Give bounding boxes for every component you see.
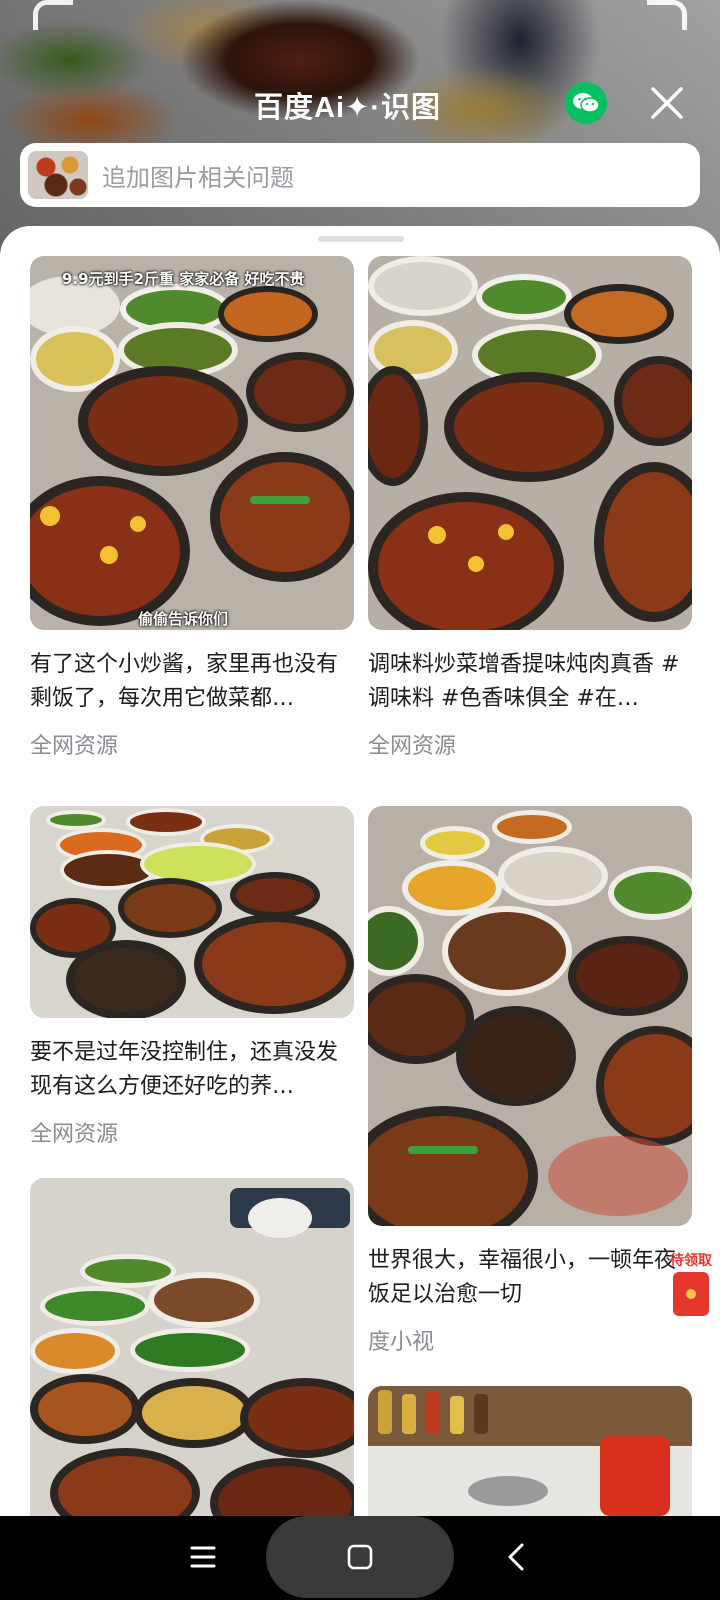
system-navigation-bar xyxy=(0,1516,720,1600)
result-image[interactable] xyxy=(368,256,692,630)
result-source: 度小视 xyxy=(368,1330,435,1355)
result-card[interactable]: 调味料炒菜增香提味炖肉真香 #调味料 #色香味俱全 #在… 全网资源 xyxy=(368,256,692,760)
close-button[interactable] xyxy=(648,84,686,122)
result-image[interactable] xyxy=(30,806,354,1018)
result-source: 全网资源 xyxy=(368,734,457,759)
image-overlay-caption: 9.9元到手2斤重 家家必备 好吃不贵 xyxy=(62,270,305,288)
scan-frame-corner-left xyxy=(33,0,73,30)
back-icon[interactable] xyxy=(500,1540,534,1574)
sheet-drag-handle[interactable] xyxy=(318,236,404,242)
home-button[interactable] xyxy=(266,1516,454,1598)
captured-photo-background xyxy=(0,0,720,260)
result-title[interactable]: 世界很大，幸福很小，一顿年夜饭足以治愈一切 xyxy=(368,1244,692,1312)
result-image[interactable] xyxy=(30,1178,354,1516)
query-image-thumbnail[interactable] xyxy=(28,151,88,199)
result-card[interactable] xyxy=(368,1386,692,1516)
home-icon xyxy=(347,1544,373,1570)
wechat-share-button[interactable] xyxy=(565,82,607,124)
result-card[interactable] xyxy=(30,1178,354,1516)
menu-icon[interactable] xyxy=(186,1540,220,1574)
wechat-icon xyxy=(573,93,600,113)
result-card[interactable]: 要不是过年没控制住，还真没发现有这么方便还好吃的荞… 全网资源 xyxy=(30,806,354,1148)
result-title[interactable]: 有了这个小炒酱，家里再也没有剩饭了，每次用它做菜都… xyxy=(30,648,354,716)
scan-frame-corner-right xyxy=(647,0,687,30)
result-title[interactable]: 调味料炒菜增香提味炖肉真香 #调味料 #色香味俱全 #在… xyxy=(368,648,692,716)
redpacket-label[interactable]: 待领取 xyxy=(670,1250,712,1270)
result-card[interactable]: 世界很大，幸福很小，一顿年夜饭足以治愈一切 度小视 xyxy=(368,806,692,1356)
follow-up-question-input[interactable]: 追加图片相关问题 xyxy=(20,143,700,207)
search-placeholder: 追加图片相关问题 xyxy=(102,163,294,192)
redpacket-icon xyxy=(686,1289,696,1299)
result-card[interactable]: 9.9元到手2斤重 家家必备 好吃不贵 偷偷告诉你们 有了这个小炒酱，家里再也没… xyxy=(30,256,354,760)
result-image[interactable] xyxy=(368,1386,692,1516)
result-image[interactable] xyxy=(368,806,692,1226)
image-overlay-caption: 偷偷告诉你们 xyxy=(138,610,229,628)
brand-logo: 百度Ai✦·识图 xyxy=(254,92,441,124)
result-source: 全网资源 xyxy=(30,1122,119,1147)
result-title[interactable]: 要不是过年没控制住，还真没发现有这么方便还好吃的荞… xyxy=(30,1036,354,1104)
close-icon xyxy=(651,87,683,119)
result-source: 全网资源 xyxy=(30,734,119,759)
redpacket-button[interactable] xyxy=(673,1272,709,1316)
result-image[interactable]: 9.9元到手2斤重 家家必备 好吃不贵 偷偷告诉你们 xyxy=(30,256,354,630)
results-sheet[interactable]: 9.9元到手2斤重 家家必备 好吃不贵 偷偷告诉你们 有了这个小炒酱，家里再也没… xyxy=(0,226,720,1516)
